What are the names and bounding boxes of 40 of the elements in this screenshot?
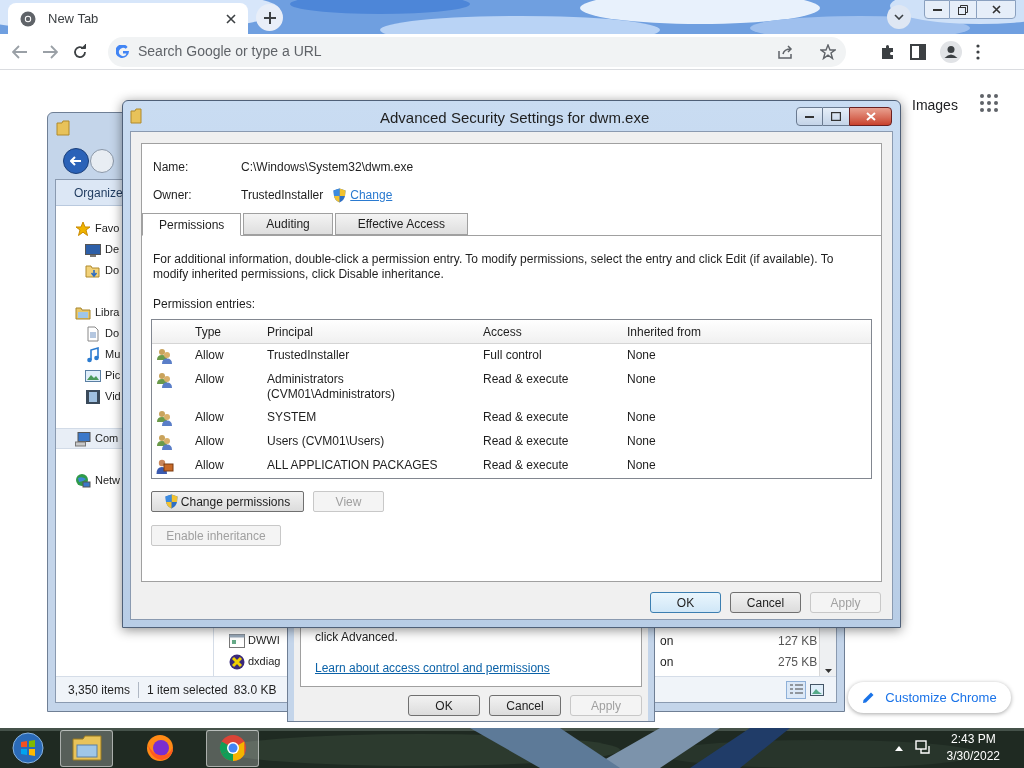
- table-cell: None: [627, 434, 656, 449]
- table-cell-text: Allow: [195, 372, 225, 387]
- table-cell-text: Administrators (CVM01\Administrators): [267, 372, 397, 402]
- table-cell: None: [627, 372, 656, 387]
- table-cell: None: [627, 348, 656, 363]
- file-size: 127 KB: [778, 632, 818, 650]
- table-cell-text: Allow: [195, 348, 225, 363]
- table-cell-text: Users (CVM01\Users): [267, 434, 386, 449]
- file-type: on: [660, 653, 675, 671]
- table-cell-text: SYSTEM: [267, 410, 318, 425]
- table-cell-text: Read & execute: [483, 434, 570, 449]
- instruction-text: For additional information, double-click a permission entry. To modify permissions, select the entry and click Edit (if available). To modify inherited permissions, click Disable inheritance.: [153, 252, 835, 282]
- tab-title: New Tab: [48, 9, 99, 28]
- field-value: TrustedInstaller: [241, 187, 324, 204]
- status-text: 1 item selected: [147, 681, 228, 699]
- table-cell: None: [627, 458, 656, 473]
- clock-time: 2:43 PM: [950, 731, 996, 748]
- field-label: Name:: [153, 159, 190, 176]
- table-cell-text: Allow: [195, 458, 225, 473]
- file-name: dxdiag: [248, 654, 281, 670]
- field-value: C:\Windows\System32\dwm.exe: [241, 159, 414, 176]
- table-cell-text: Read & execute: [483, 410, 570, 425]
- table-cell: None: [627, 410, 656, 425]
- hint-text: click Advanced.: [315, 629, 399, 646]
- file-size: 275 KB: [778, 653, 818, 671]
- table-cell-text: Read & execute: [483, 458, 570, 473]
- section-label: Permission entries:: [153, 296, 257, 313]
- file-type: on: [660, 632, 675, 650]
- table-cell-text: Full control: [483, 348, 543, 363]
- status-text: 83.0 KB: [233, 681, 277, 699]
- status-text: 3,350 items: [68, 681, 131, 699]
- file-name: DWWI: [248, 633, 280, 649]
- table-cell-text: ALL APPLICATION PACKAGES: [267, 458, 439, 473]
- clock-date: 3/30/2022: [946, 748, 1000, 765]
- field-label: Owner:: [153, 187, 193, 204]
- table-cell-text: Allow: [195, 410, 225, 425]
- table-cell-text: TrustedInstaller: [267, 348, 351, 363]
- table-cell-text: Read & execute: [483, 372, 570, 387]
- table-cell-text: Allow: [195, 434, 225, 449]
- window-title: Advanced Security Settings for dwm.exe: [380, 108, 650, 128]
